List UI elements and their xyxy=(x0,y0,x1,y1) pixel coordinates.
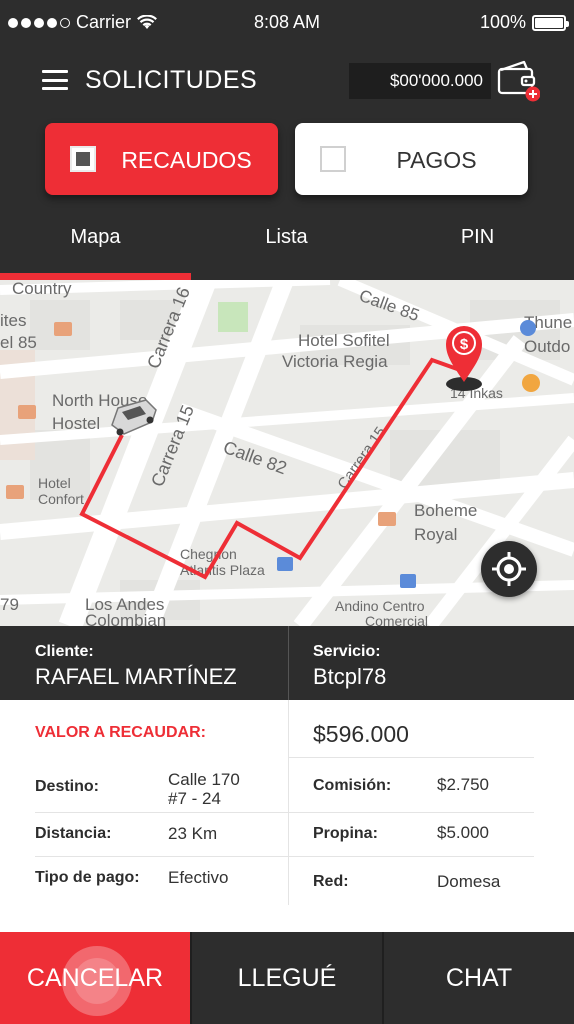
tipo-pago-value: Efectivo xyxy=(168,868,229,887)
svg-text:79: 79 xyxy=(0,595,19,614)
svg-text:Boheme: Boheme xyxy=(414,501,477,520)
cliente-label: Cliente: xyxy=(35,643,94,660)
status-bar: Carrier 8:08 AM 100% xyxy=(0,0,574,46)
tab-mapa[interactable]: Mapa xyxy=(0,226,191,249)
tipo-pago-label: Tipo de pago: xyxy=(35,869,140,886)
svg-text:ites: ites xyxy=(0,311,26,330)
red-value: Domesa xyxy=(437,872,501,891)
distancia-label: Distancia: xyxy=(35,825,112,842)
valor-label: VALOR A RECAUDAR: xyxy=(35,724,206,741)
tab-lista[interactable]: Lista xyxy=(191,226,382,249)
battery-icon xyxy=(532,14,569,31)
svg-text:Colombian: Colombian xyxy=(85,611,166,626)
wallet-add-icon[interactable] xyxy=(496,58,540,102)
svg-text:Victoria Regia: Victoria Regia xyxy=(282,352,388,371)
my-location-button[interactable] xyxy=(481,541,537,597)
propina-label: Propina: xyxy=(313,825,378,842)
recaudos-label: RECAUDOS xyxy=(121,147,252,173)
destination-pin-icon: $ xyxy=(446,326,482,391)
arrived-label: LLEGUÉ xyxy=(237,963,337,992)
recaudos-toggle-button[interactable]: RECAUDOS xyxy=(45,123,278,195)
propina-value: $5.000 xyxy=(437,823,489,842)
comision-value: $2.750 xyxy=(437,775,489,794)
svg-text:Royal: Royal xyxy=(414,525,457,544)
svg-text:Hostel: Hostel xyxy=(52,414,100,433)
page-title: SOLICITUDES xyxy=(85,66,258,94)
destino-line1: Calle 170 xyxy=(168,770,240,789)
battery-percent: 100% xyxy=(479,12,526,32)
svg-text:$: $ xyxy=(460,336,469,353)
balance-display[interactable]: $00'000.000 xyxy=(349,63,491,99)
chat-button[interactable]: CHAT xyxy=(384,932,574,1024)
cancel-label: CANCELAR xyxy=(26,963,164,992)
cliente-value: RAFAEL MARTÍNEZ xyxy=(35,664,237,689)
svg-text:Comercial: Comercial xyxy=(365,613,428,626)
svg-text:Hotel: Hotel xyxy=(38,475,71,491)
active-tab-indicator xyxy=(0,273,191,280)
destino-label: Destino: xyxy=(35,778,99,795)
svg-text:Confort: Confort xyxy=(38,491,84,507)
valor-value: $596.000 xyxy=(313,721,409,747)
crosshair-icon xyxy=(492,552,526,586)
cancel-button[interactable]: CANCELAR xyxy=(0,932,190,1024)
svg-text:Country: Country xyxy=(12,280,72,298)
svg-text:Chegnon: Chegnon xyxy=(180,546,237,562)
svg-text:el 85: el 85 xyxy=(0,333,37,352)
destino-line2: #7 - 24 xyxy=(168,789,221,808)
client-service-header: Cliente: RAFAEL MARTÍNEZ Servicio: Btcpl… xyxy=(0,626,574,700)
hamburger-menu-icon[interactable] xyxy=(42,70,68,90)
pagos-label: PAGOS xyxy=(396,147,477,173)
comision-label: Comisión: xyxy=(313,777,392,794)
arrived-button[interactable]: LLEGUÉ xyxy=(192,932,382,1024)
svg-text:Andino Centro: Andino Centro xyxy=(335,598,425,614)
red-label: Red: xyxy=(313,873,349,890)
servicio-label: Servicio: xyxy=(313,643,381,660)
servicio-value: Btcpl78 xyxy=(313,664,387,689)
svg-text:Hotel Sofitel: Hotel Sofitel xyxy=(298,331,390,350)
svg-text:Outdo: Outdo xyxy=(524,337,570,356)
distancia-value: 23 Km xyxy=(168,824,218,843)
tab-pin[interactable]: PIN xyxy=(382,226,573,249)
pagos-toggle-button[interactable]: PAGOS xyxy=(295,123,528,195)
chat-label: CHAT xyxy=(445,963,513,992)
